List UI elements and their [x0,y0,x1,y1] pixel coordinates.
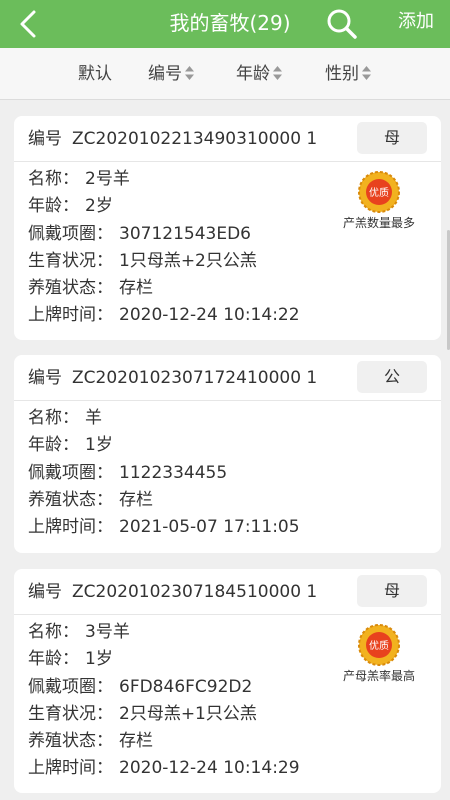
field-row: 生育状况： 2只母羔+1只公羔 [28,701,427,728]
card-header: 编号 ZC2020102213490310000 1 母 [14,116,441,162]
field-row: 上牌时间： 2020-12-24 10:14:22 [28,302,427,329]
field-key: 佩戴项圈： [28,462,113,483]
sort-code-label: 编号 [148,64,182,84]
sort-default-label: 默认 [78,64,112,84]
field-key: 年龄： [28,649,79,670]
field-row: 名称： 羊 [28,405,427,432]
field-row: 生育状况： 1只母羔+2只公羔 [28,248,427,275]
field-key: 养殖状态： [28,489,113,510]
field-value: 6FD846FC92D2 [119,676,253,697]
card-body: 名称： 3号羊 年龄： 1岁 佩戴项圈： 6FD846FC92D2 生育状况： 2只母羔… [14,615,441,789]
top-bar: 我的畜牧(29) 添加 [0,0,450,48]
badge-text: 产母羔率最高 [342,669,415,683]
add-button[interactable]: 添加 [398,0,434,48]
field-row: 佩戴项圈： 1122334455 [28,460,427,487]
code-label: 编号 [28,368,62,388]
badge-text: 产羔数量最多 [342,216,415,230]
field-value: 1岁 [85,649,113,670]
sort-arrows-icon [362,66,371,80]
field-key: 佩戴项圈： [28,676,113,697]
sort-arrows-icon [185,66,194,80]
card-header: 编号 ZC2020102307184510000 1 母 [14,569,441,615]
code-value: ZC2020102307184510000 1 [72,582,318,602]
sort-arrows-icon [273,66,282,80]
field-row: 养殖状态： 存栏 [28,275,427,302]
field-row: 养殖状态： 存栏 [28,728,427,755]
field-value: 1只母羔+2只公羔 [119,250,257,271]
field-value: 2020-12-24 10:14:22 [119,305,300,326]
medal-icon: 优质 [358,171,400,213]
field-key: 上牌时间： [28,758,113,779]
field-value: 1岁 [85,435,113,456]
quality-badge: 优质 产母羔率最高 [329,623,429,684]
field-key: 年龄： [28,435,79,456]
card-header: 编号 ZC2020102307172410000 1 公 [14,355,441,401]
field-value: 1122334455 [119,462,228,483]
field-key: 生育状况： [28,703,113,724]
field-key: 年龄： [28,196,79,217]
field-row: 上牌时间： 2021-05-07 17:11:05 [28,514,427,541]
field-value: 存栏 [119,731,153,752]
medal-icon: 优质 [358,624,400,666]
field-row: 年龄： 1岁 [28,432,427,459]
field-key: 名称： [28,169,79,189]
field-key: 佩戴项圈： [28,223,113,244]
code-label: 编号 [28,129,62,149]
livestock-card[interactable]: 编号 ZC2020102213490310000 1 母 名称： 2号羊 年龄： 2岁… [14,116,441,340]
card-body: 名称： 2号羊 年龄： 2岁 佩戴项圈： 307121543ED6 生育状况： 1只母羔… [14,162,441,336]
sort-default[interactable]: 默认 [78,48,112,100]
field-value: 存栏 [119,278,153,299]
field-value: 307121543ED6 [119,223,251,244]
field-key: 养殖状态： [28,731,113,752]
gender-button[interactable]: 母 [357,122,427,154]
field-value: 2020-12-24 10:14:29 [119,758,300,779]
field-key: 名称： [28,408,79,428]
card-body: 名称： 羊 年龄： 1岁 佩戴项圈： 1122334455 养殖状态： 存栏 上牌时间：… [14,401,441,547]
field-value: 2号羊 [85,169,130,189]
field-row: 上牌时间： 2020-12-24 10:14:29 [28,755,427,782]
field-value: 2021-05-07 17:11:05 [119,517,300,538]
sort-by-gender[interactable]: 性别 [325,48,371,100]
field-key: 生育状况： [28,250,113,271]
gender-button[interactable]: 母 [357,575,427,607]
field-key: 名称： [28,622,79,642]
quality-badge: 优质 产羔数量最多 [329,170,429,231]
medal-text: 优质 [369,186,389,199]
search-icon[interactable] [324,6,360,42]
sort-gender-label: 性别 [325,64,359,84]
sort-bar: 默认 编号 年龄 性别 [0,48,450,100]
field-row: 养殖状态： 存栏 [28,487,427,514]
code-value: ZC2020102307172410000 1 [72,368,318,388]
field-key: 上牌时间： [28,305,113,326]
livestock-card[interactable]: 编号 ZC2020102307184510000 1 母 名称： 3号羊 年龄： 1岁… [14,569,441,793]
code-label: 编号 [28,582,62,602]
gender-button[interactable]: 公 [357,361,427,393]
field-key: 上牌时间： [28,517,113,538]
field-value: 3号羊 [85,622,130,642]
livestock-card[interactable]: 编号 ZC2020102307172410000 1 公 名称： 羊 年龄： 1岁 佩… [14,355,441,553]
sort-by-age[interactable]: 年龄 [236,48,282,100]
page-title: 我的畜牧(29) [169,11,291,35]
medal-text: 优质 [369,639,389,652]
sort-by-code[interactable]: 编号 [148,48,194,100]
field-value: 羊 [85,408,102,428]
field-key: 养殖状态： [28,278,113,299]
field-value: 2岁 [85,196,113,217]
sort-age-label: 年龄 [236,64,270,84]
code-value: ZC2020102213490310000 1 [72,129,318,149]
field-value: 存栏 [119,489,153,510]
field-value: 2只母羔+1只公羔 [119,703,257,724]
